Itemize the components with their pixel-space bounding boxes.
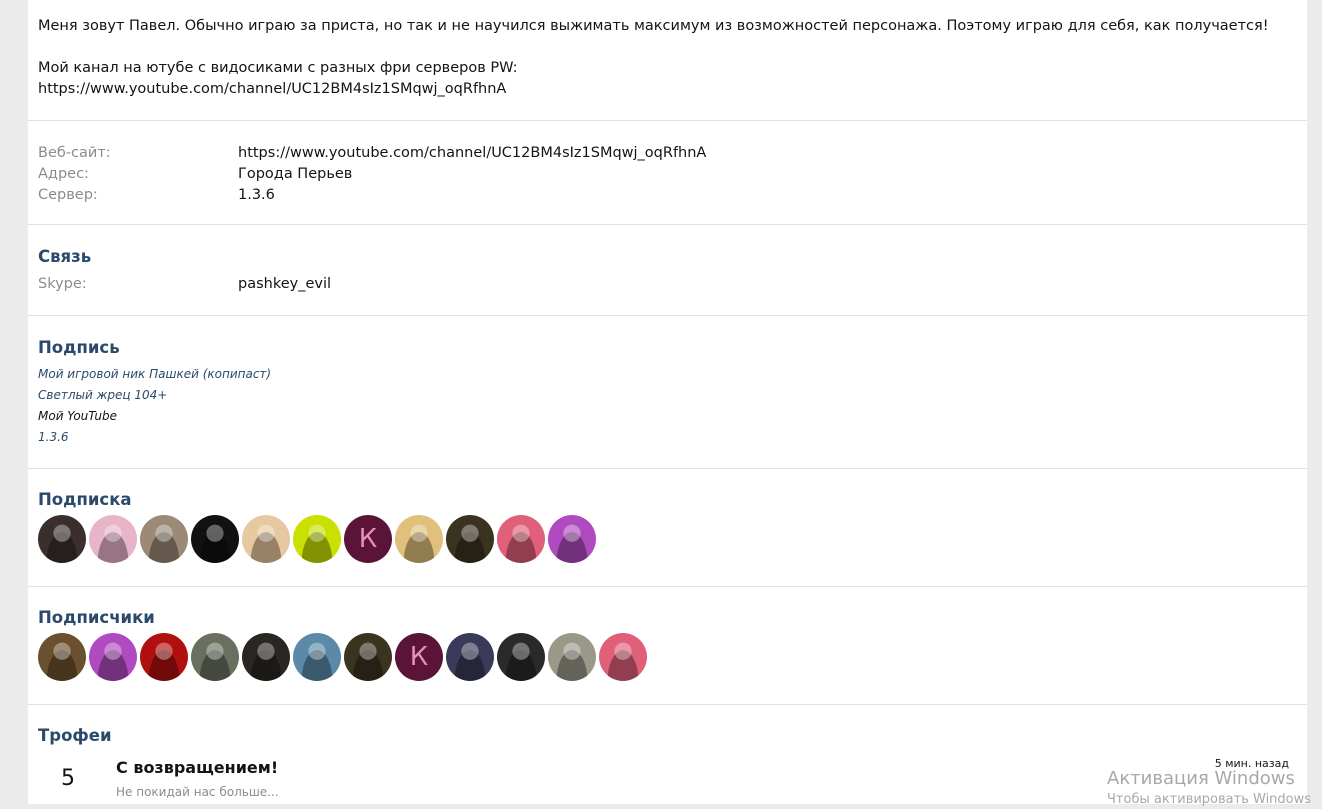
avatar-image-shape xyxy=(242,515,290,563)
avatar-image-shape xyxy=(293,515,341,563)
following-avatar-list: К xyxy=(38,515,1297,563)
followers-avatar-icon[interactable] xyxy=(38,633,86,681)
avatar-image-shape xyxy=(344,633,392,681)
avatar-image-shape xyxy=(446,633,494,681)
following-avatar-icon[interactable] xyxy=(446,515,494,563)
following-avatar-icon[interactable] xyxy=(548,515,596,563)
trophy-points: 5 xyxy=(61,766,75,791)
following-avatar-icon[interactable] xyxy=(497,515,545,563)
website-label: Веб-сайт: xyxy=(38,145,111,161)
avatar-image-shape xyxy=(497,515,545,563)
contact-section: Связь Skype: pashkey_evil xyxy=(28,225,1307,316)
skype-label: Skype: xyxy=(38,276,87,292)
avatar-image-shape xyxy=(599,633,647,681)
signature-line: Мой игровой ник Пашкей (копипаст) xyxy=(38,367,272,381)
avatar-image-shape xyxy=(548,633,596,681)
signature-youtube-link[interactable]: Мой YouTube xyxy=(38,406,1297,427)
following-avatar-icon[interactable] xyxy=(140,515,188,563)
avatar-image-shape xyxy=(89,515,137,563)
avatar-letter: К xyxy=(358,524,378,554)
server-label: Сервер: xyxy=(38,187,98,203)
windows-activation-watermark: Активация Windows Чтобы активировать Win… xyxy=(1107,767,1311,809)
avatar-image-shape xyxy=(548,515,596,563)
signature-title: Подпись xyxy=(38,338,120,357)
avatar-image-shape xyxy=(140,515,188,563)
following-avatar-icon[interactable] xyxy=(242,515,290,563)
followers-avatar-icon[interactable] xyxy=(497,633,545,681)
followers-avatar-icon[interactable] xyxy=(140,633,188,681)
address-label: Адрес: xyxy=(38,166,89,182)
signature-line: Светлый жрец 104+ xyxy=(38,388,168,402)
avatar-image-shape xyxy=(191,515,239,563)
website-row: Веб-сайт: https://www.youtube.com/channe… xyxy=(38,143,1297,164)
following-avatar-icon[interactable] xyxy=(395,515,443,563)
trophy-info: С возвращением! Не покидай нас больше... xyxy=(116,757,279,799)
followers-section: Подписчики К xyxy=(28,587,1307,705)
avatar-image-shape xyxy=(140,633,188,681)
followers-avatar-icon[interactable] xyxy=(191,633,239,681)
signature-line: 1.3.6 xyxy=(38,430,69,444)
skype-value: pashkey_evil xyxy=(238,276,332,292)
followers-avatar-icon[interactable] xyxy=(242,633,290,681)
trophies-title: Трофеи xyxy=(38,726,112,745)
server-row: Сервер: 1.3.6 xyxy=(38,185,1297,206)
trophy-name: С возвращением! xyxy=(116,758,279,777)
signature-section: Подпись Мой игровой ник Пашкей (копипаст… xyxy=(28,316,1307,469)
about-section: Меня зовут Павел. Обычно играю за приста… xyxy=(28,0,1307,121)
avatar-letter: К xyxy=(409,642,429,672)
letter-avatar-icon[interactable]: К xyxy=(344,515,392,563)
following-avatar-icon[interactable] xyxy=(293,515,341,563)
avatar-image-shape xyxy=(395,515,443,563)
watermark-subtitle: Чтобы активировать Windows xyxy=(1107,792,1312,807)
about-text-line: Мой канал на ютубе с видосиками с разных… xyxy=(38,60,518,76)
skype-row: Skype: pashkey_evil xyxy=(38,274,1297,295)
profile-info-section: Веб-сайт: https://www.youtube.com/channe… xyxy=(28,121,1307,225)
trophy-description: Не покидай нас больше... xyxy=(116,785,279,799)
avatar-image-shape xyxy=(293,633,341,681)
following-avatar-icon[interactable] xyxy=(89,515,137,563)
followers-avatar-icon[interactable] xyxy=(344,633,392,681)
address-row: Адрес: Города Перьев xyxy=(38,164,1297,185)
following-title: Подписка xyxy=(38,490,132,509)
address-value: Города Перьев xyxy=(238,166,353,182)
followers-avatar-list: К xyxy=(38,633,1297,681)
avatar-image-shape xyxy=(497,633,545,681)
about-channel-link[interactable]: https://www.youtube.com/channel/UC12BM4s… xyxy=(38,79,1297,100)
profile-panel: Меня зовут Павел. Обычно играю за приста… xyxy=(28,0,1307,804)
avatar-image-shape xyxy=(38,515,86,563)
followers-avatar-icon[interactable] xyxy=(599,633,647,681)
followers-avatar-icon[interactable] xyxy=(446,633,494,681)
about-text-line: Меня зовут Павел. Обычно играю за приста… xyxy=(38,18,1269,34)
avatar-image-shape xyxy=(242,633,290,681)
followers-avatar-icon[interactable] xyxy=(89,633,137,681)
server-value: 1.3.6 xyxy=(238,187,275,203)
avatar-image-shape xyxy=(191,633,239,681)
following-section: Подписка К xyxy=(28,469,1307,587)
following-avatar-icon[interactable] xyxy=(38,515,86,563)
avatar-image-shape xyxy=(446,515,494,563)
avatar-image-shape xyxy=(38,633,86,681)
followers-title: Подписчики xyxy=(38,608,155,627)
following-avatar-icon[interactable] xyxy=(191,515,239,563)
followers-avatar-icon[interactable] xyxy=(548,633,596,681)
contact-title: Связь xyxy=(38,247,92,266)
signature-body: Мой игровой ник Пашкей (копипаст) Светлы… xyxy=(38,364,1297,448)
avatar-image-shape xyxy=(89,633,137,681)
followers-avatar-icon[interactable] xyxy=(293,633,341,681)
watermark-title: Активация Windows xyxy=(1107,768,1295,789)
letter-avatar-icon[interactable]: К xyxy=(395,633,443,681)
website-link[interactable]: https://www.youtube.com/channel/UC12BM4s… xyxy=(238,143,706,164)
